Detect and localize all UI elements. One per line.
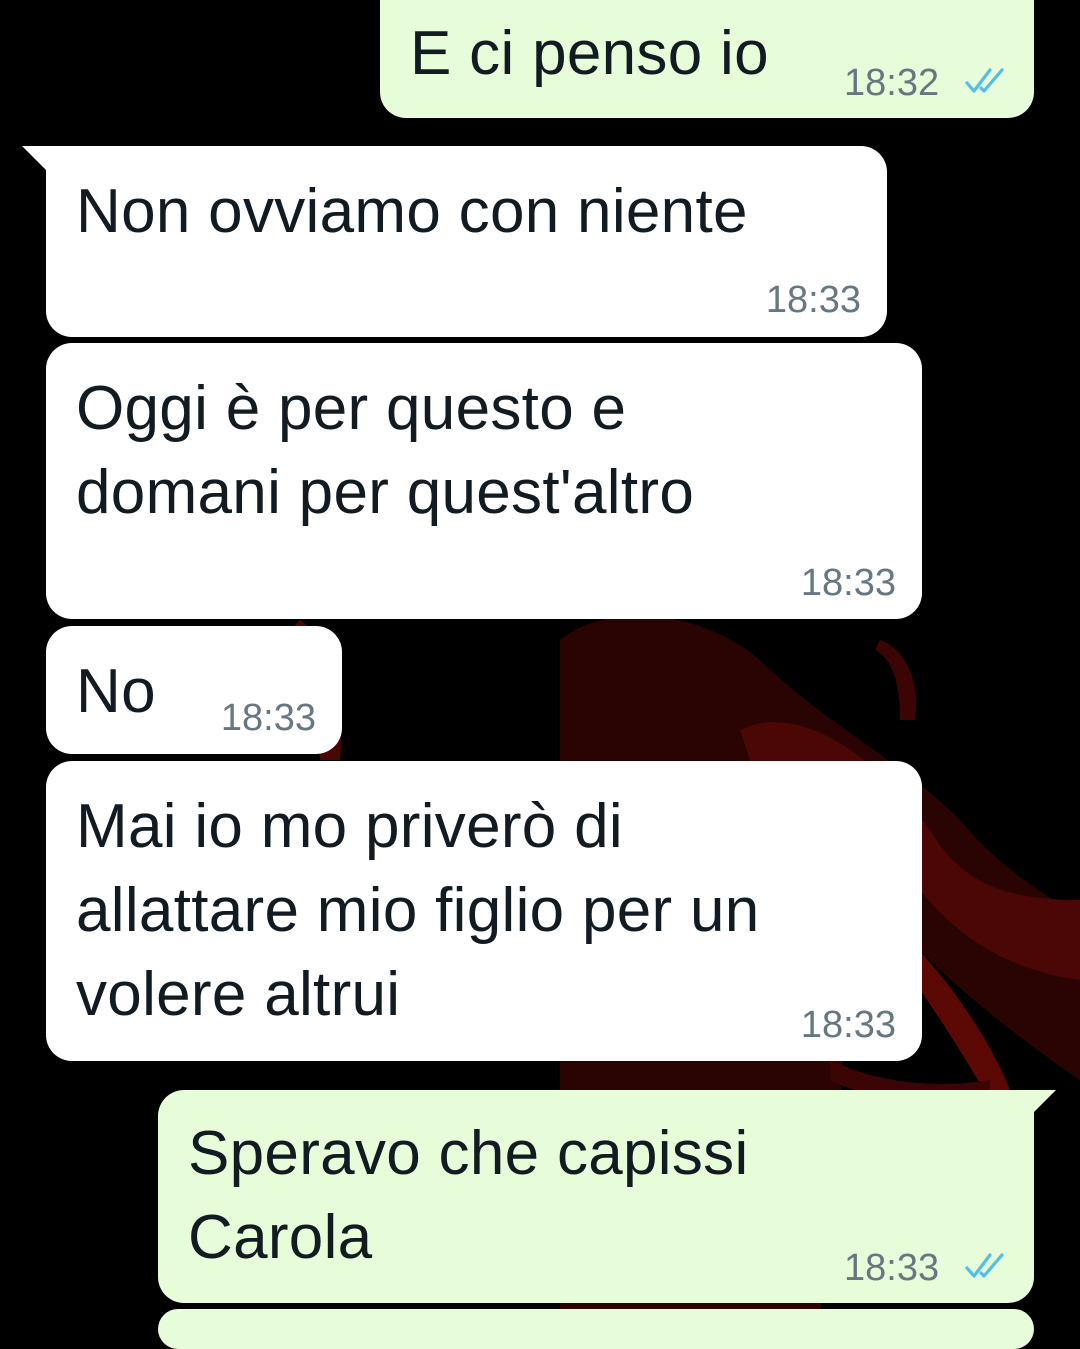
message-time: 18:33 xyxy=(800,562,896,604)
message-bubble-incoming[interactable]: Oggi è per questo e domani per quest'alt… xyxy=(46,343,922,619)
message-time: 18:32 xyxy=(844,62,940,104)
message-bubble-incoming[interactable]: Mai io mo priverò di allattare mio figli… xyxy=(46,761,922,1061)
message-text: No xyxy=(76,657,156,726)
message-time: 18:33 xyxy=(220,697,316,739)
double-check-icon xyxy=(965,1253,1004,1278)
message-bubble-incoming[interactable]: Non ovviamo con niente 18:33 xyxy=(46,146,887,337)
message-text: Oggi è per questo e domani per quest'alt… xyxy=(76,374,695,527)
message-text: Mai io mo priverò di allattare mio figli… xyxy=(76,792,760,1029)
message-text: Non ovviamo con niente xyxy=(76,177,748,246)
message-time: 18:33 xyxy=(800,1004,896,1046)
message-bubble-outgoing[interactable]: E ci penso io 18:32 xyxy=(380,0,1034,118)
message-text: Speravo che capissi Carola xyxy=(188,1119,749,1272)
message-text: E ci penso io xyxy=(410,19,769,88)
double-check-icon xyxy=(965,68,1004,93)
message-bubble-incoming[interactable]: No 18:33 xyxy=(46,626,342,754)
message-bubble-outgoing-partial[interactable] xyxy=(158,1309,1034,1349)
message-time: 18:33 xyxy=(765,279,861,321)
message-time: 18:33 xyxy=(844,1247,940,1289)
message-bubble-outgoing[interactable]: Speravo che capissi Carola 18:33 xyxy=(158,1090,1034,1303)
